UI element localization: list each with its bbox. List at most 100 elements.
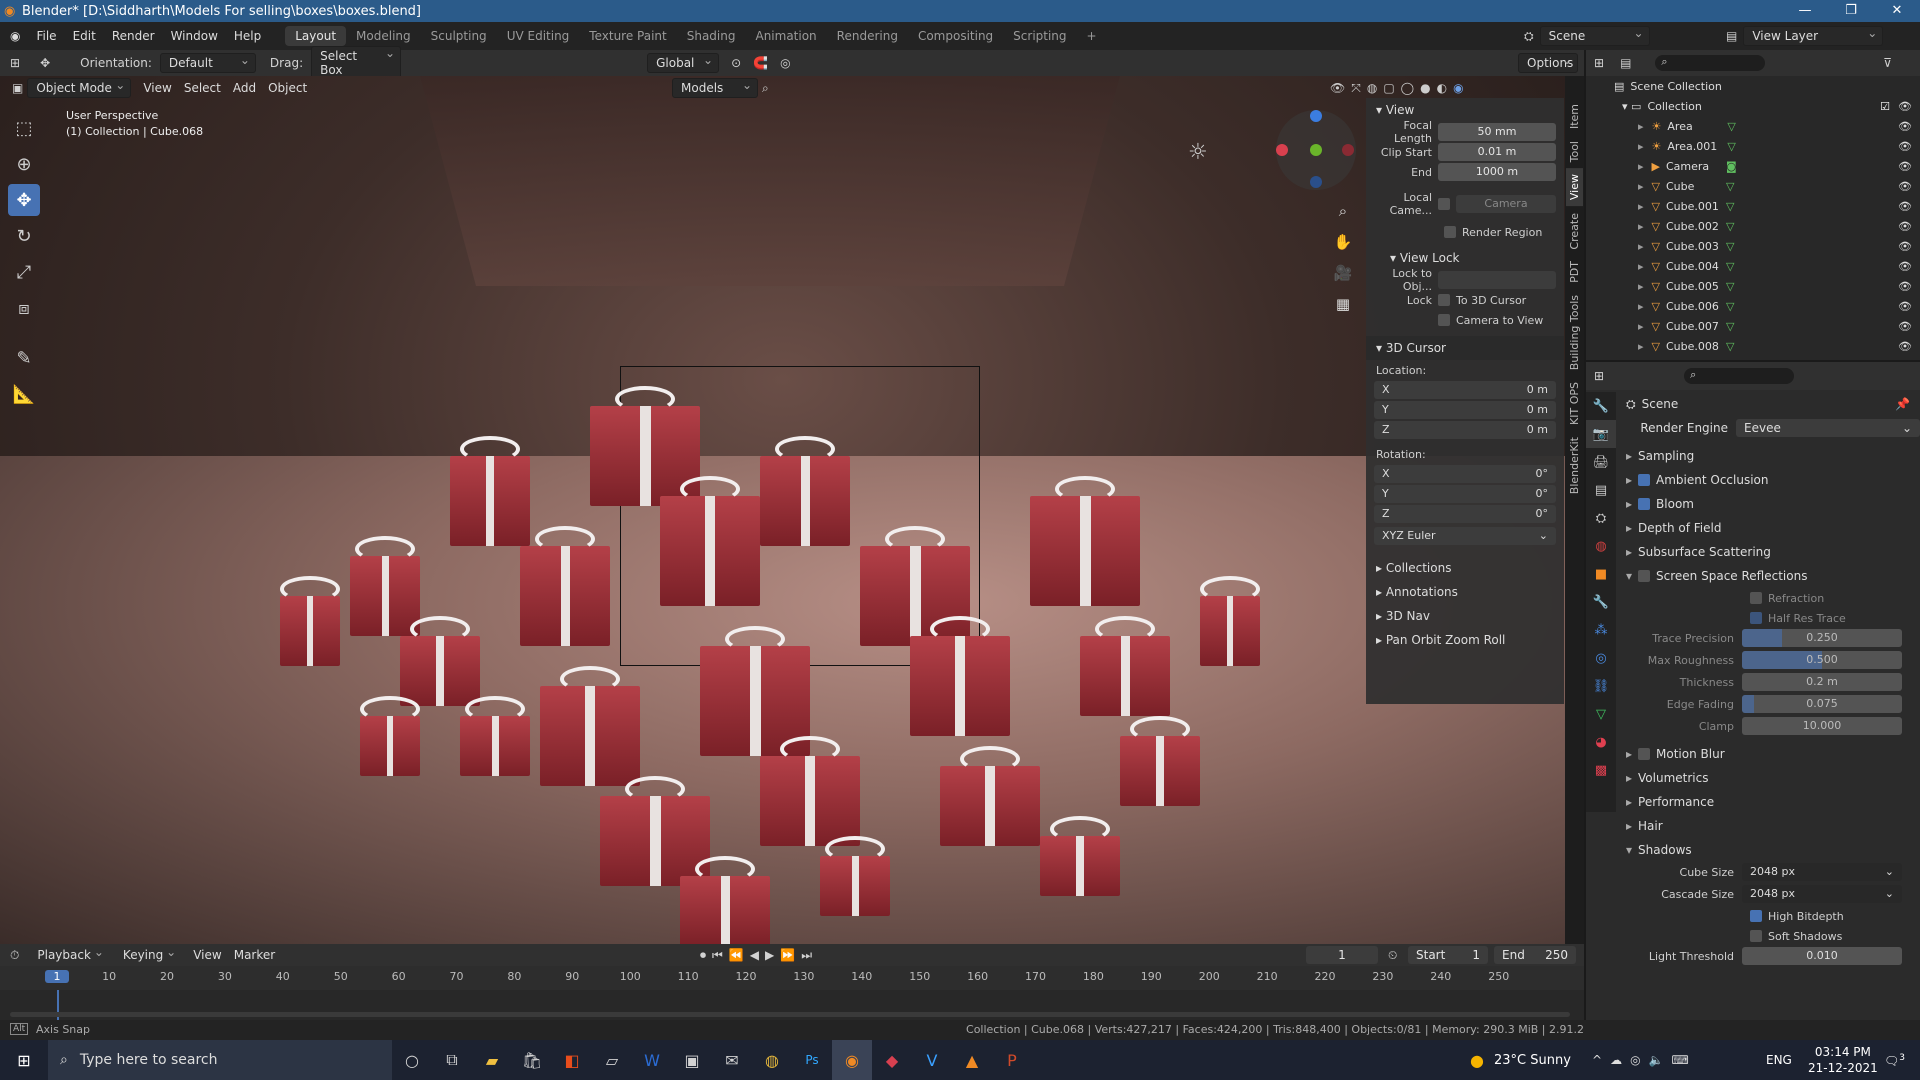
render-region-checkbox[interactable] <box>1444 226 1456 238</box>
rendered-shading-icon[interactable]: ◉ <box>1453 81 1469 95</box>
notification-icon[interactable]: 🗨3 <box>1884 1053 1905 1068</box>
cursor-tool[interactable]: ⊕ <box>8 148 40 180</box>
eye-icon[interactable]: 👁 <box>1898 220 1912 233</box>
view-menu[interactable]: View <box>187 946 227 964</box>
outliner-item[interactable]: ▸ ▽ Cube.004 ▽ 👁 <box>1586 256 1920 276</box>
solid-shading-icon[interactable]: ● <box>1420 81 1436 95</box>
timeline-scrollbar[interactable] <box>10 1012 1570 1017</box>
eye-icon[interactable]: 👁 <box>1898 340 1912 353</box>
editor-type-icon[interactable]: ⊞ <box>0 56 30 70</box>
keyboard-icon[interactable]: ⌨ <box>1672 1053 1697 1067</box>
workspace-tab-shading[interactable]: Shading <box>677 26 746 46</box>
mail-icon[interactable]: ✉ <box>712 1040 752 1080</box>
navigation-gizmo[interactable] <box>1276 110 1356 190</box>
gift-box[interactable] <box>520 546 610 646</box>
ssr-value-field[interactable]: 10.000 <box>1742 717 1902 735</box>
section-screen-space-reflections[interactable]: ▾ Screen Space Reflections <box>1626 564 1920 588</box>
eye-icon[interactable]: 👁 <box>1898 180 1912 193</box>
search-icon[interactable]: ⌕ <box>762 81 769 96</box>
gift-box[interactable] <box>400 636 480 706</box>
scene-selector[interactable]: ⛭ Scene <box>1524 26 1656 46</box>
measure-tool[interactable]: 📐 <box>8 378 40 410</box>
eye-icon[interactable]: 👁 <box>1898 120 1912 133</box>
expand-icon[interactable]: ▸ <box>1638 220 1644 233</box>
workspace-tab-modeling[interactable]: Modeling <box>346 26 421 46</box>
xray-icon[interactable]: ▢ <box>1383 81 1400 95</box>
eye-icon[interactable]: 👁 <box>1898 200 1912 213</box>
record-icon[interactable]: ⏺ <box>700 948 712 962</box>
menu-help[interactable]: Help <box>226 29 269 43</box>
gift-box[interactable] <box>680 876 770 944</box>
gift-box[interactable] <box>910 636 1010 736</box>
workspace-tab-sculpting[interactable]: Sculpting <box>421 26 497 46</box>
scene-name[interactable]: Scene <box>1539 26 1650 46</box>
expand-icon[interactable]: ▸ <box>1638 300 1644 313</box>
material-shading-icon[interactable]: ◐ <box>1437 81 1453 95</box>
pivot-icon[interactable]: ⊙ <box>725 56 747 70</box>
search-input[interactable]: ⌕ <box>1684 368 1795 384</box>
workspace-tab-animation[interactable]: Animation <box>745 26 826 46</box>
close-button[interactable]: ✕ <box>1874 0 1920 22</box>
material-properties-tab[interactable]: ◕ <box>1586 728 1616 756</box>
workspace-tab-texture-paint[interactable]: Texture Paint <box>579 26 676 46</box>
menu-window[interactable]: Window <box>163 29 226 43</box>
gift-box[interactable] <box>600 796 710 886</box>
gift-box[interactable] <box>460 716 530 776</box>
expand-icon[interactable]: ▸ <box>1638 180 1644 193</box>
gift-box[interactable] <box>360 716 420 776</box>
view-menu[interactable]: View <box>137 79 177 97</box>
object-mode-dropdown[interactable]: Object Mode <box>27 78 132 98</box>
wireframe-shading-icon[interactable]: ◯ <box>1401 81 1420 95</box>
particles-properties-tab[interactable]: ⁂ <box>1586 616 1616 644</box>
eye-icon[interactable]: 👁 <box>1898 160 1912 173</box>
workspace-tab-rendering[interactable]: Rendering <box>827 26 908 46</box>
mesh-data-icon[interactable]: ▽ <box>1726 340 1734 353</box>
expand-icon[interactable]: ▸ <box>1638 340 1644 353</box>
pan-hand-icon[interactable]: ✋ <box>1332 227 1354 258</box>
ssr-value-field[interactable]: 0.250 <box>1742 629 1902 647</box>
transform-tool[interactable]: ⧈ <box>8 292 40 324</box>
section-sampling[interactable]: ▸ Sampling <box>1626 444 1920 468</box>
menu-file[interactable]: File <box>28 29 64 43</box>
outliner-item[interactable]: ▸ ☀ Area.001 ▽ 👁 <box>1586 136 1920 156</box>
expand-icon[interactable]: ▸ <box>1638 200 1644 213</box>
section-hair[interactable]: ▸ Hair <box>1626 814 1920 838</box>
editor-type-icon[interactable]: ⊞ <box>1594 56 1604 70</box>
outliner-item[interactable]: ▸ ▶ Camera ◙ 👁 <box>1586 156 1920 176</box>
volume-icon[interactable]: 🔈 <box>1649 1053 1672 1067</box>
camera-to-view-checkbox[interactable] <box>1438 314 1450 326</box>
lock-to-object-field[interactable] <box>1438 271 1556 289</box>
keying-dropdown[interactable]: Keying <box>115 945 181 964</box>
outliner-item[interactable]: ▸ ▽ Cube.006 ▽ 👁 <box>1586 296 1920 316</box>
gift-box[interactable] <box>760 456 850 546</box>
app-icon[interactable]: V <box>912 1040 952 1080</box>
workspace-tab-compositing[interactable]: Compositing <box>908 26 1003 46</box>
expand-icon[interactable]: ▸ <box>1638 160 1644 173</box>
rotation-mode-dropdown[interactable]: XYZ Euler ⌄ <box>1374 527 1556 545</box>
clock[interactable]: 03:14 PM 21-12-2021 <box>1808 1044 1878 1076</box>
eye-icon[interactable]: 👁 <box>1898 320 1912 333</box>
display-mode-icon[interactable]: ▤ <box>1620 56 1631 70</box>
section-checkbox[interactable] <box>1638 498 1651 510</box>
zoom-icon[interactable]: ⌕ <box>1332 196 1354 227</box>
view-layer-name[interactable]: View Layer <box>1743 26 1884 46</box>
app-icon[interactable]: ▱ <box>592 1040 632 1080</box>
mesh-data-icon[interactable]: ▽ <box>1726 280 1734 293</box>
clip-start-field[interactable]: 0.01 m <box>1438 143 1556 161</box>
mesh-data-icon[interactable]: ▽ <box>1726 200 1734 213</box>
grid-icon[interactable]: ▦ <box>1332 289 1354 320</box>
file-explorer-icon[interactable]: ▰ <box>472 1040 512 1080</box>
section-performance[interactable]: ▸ Performance <box>1626 790 1920 814</box>
outliner-item[interactable]: ▸ ▽ Cube.003 ▽ 👁 <box>1586 236 1920 256</box>
drag-dropdown[interactable]: Select Box <box>311 46 402 80</box>
y-axis-handle[interactable] <box>1310 144 1322 156</box>
view-layer-properties-tab[interactable]: ▤ <box>1586 476 1616 504</box>
current-frame-field[interactable]: 1 <box>1306 946 1378 964</box>
mesh-data-icon[interactable]: ▽ <box>1726 240 1734 253</box>
workspace-tab-uv-editing[interactable]: UV Editing <box>497 26 580 46</box>
rotate-tool[interactable]: ↻ <box>8 220 40 252</box>
y-axis-negative-handle[interactable] <box>1310 176 1322 188</box>
start-frame-field[interactable]: Start 1 <box>1408 946 1488 964</box>
mesh-data-icon[interactable]: ▽ <box>1726 300 1734 313</box>
exclude-checkbox[interactable]: ☑ <box>1880 100 1890 113</box>
